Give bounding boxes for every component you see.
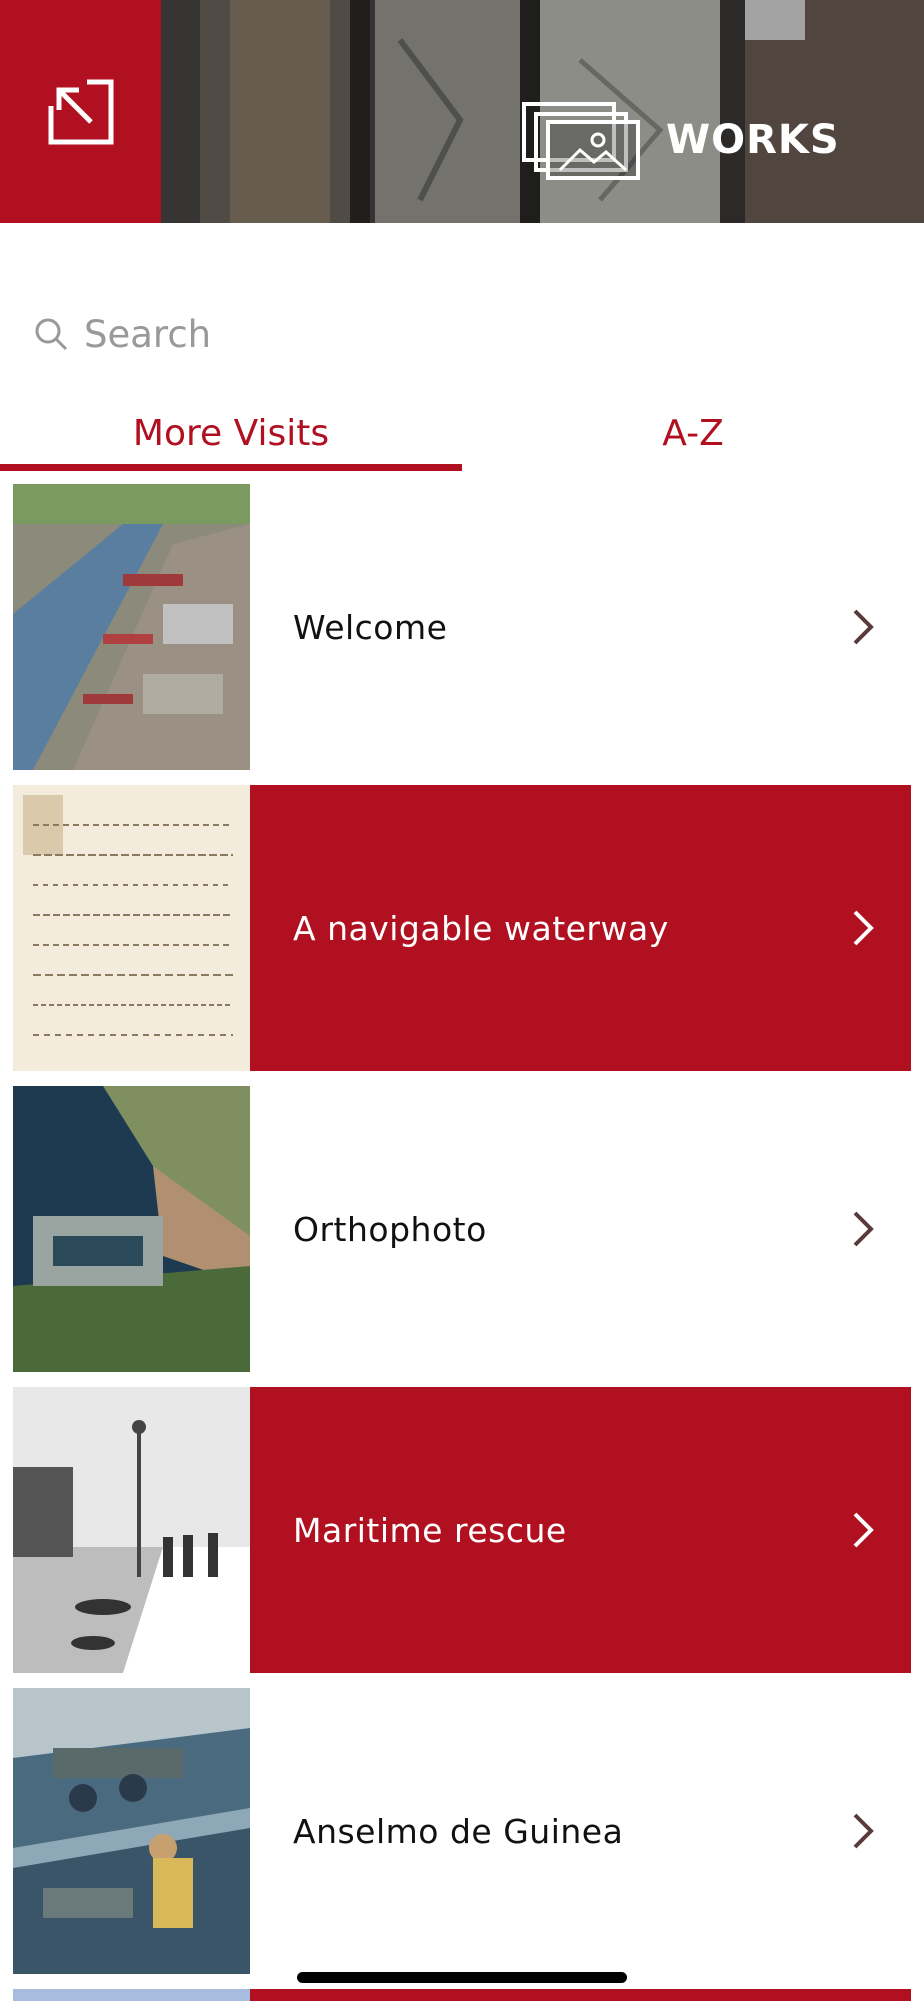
home-indicator[interactable]	[297, 1972, 627, 1983]
chevron-right-icon	[853, 609, 874, 645]
list-item-content	[250, 1989, 911, 2001]
list-item-label: Maritime rescue	[293, 1510, 567, 1550]
list-item-label: Welcome	[293, 607, 448, 647]
list-item-content: Orthophoto	[250, 1086, 911, 1372]
list-item-label: Anselmo de Guinea	[293, 1811, 624, 1851]
header-title-group: WORKS	[522, 100, 840, 180]
header: WORKS	[0, 0, 924, 223]
list-item-content: A navigable waterway	[250, 785, 911, 1071]
list-item-thumbnail	[13, 785, 250, 1071]
list-item-anselmo-de-guinea[interactable]: Anselmo de Guinea	[13, 1688, 911, 1974]
list-item-orthophoto[interactable]: Orthophoto	[13, 1086, 911, 1372]
tab-bar: More Visits A-Z	[0, 395, 924, 471]
arrow-up-left-in-box-icon	[48, 79, 113, 144]
chevron-right-icon	[853, 910, 874, 946]
list-item-thumbnail	[13, 1688, 250, 1974]
list-item-label: Orthophoto	[293, 1209, 487, 1249]
tab-selected-indicator	[0, 464, 462, 471]
search-bar[interactable]	[34, 306, 894, 362]
list-item-a-navigable-waterway[interactable]: A navigable waterway	[13, 785, 911, 1071]
list-item-thumbnail	[13, 1989, 250, 2001]
tab-more-visits[interactable]: More Visits	[0, 395, 462, 471]
list-item-thumbnail	[13, 484, 250, 770]
list-item-label: A navigable waterway	[293, 908, 669, 948]
chevron-right-icon	[853, 1512, 874, 1548]
list-item-welcome[interactable]: Welcome	[13, 484, 911, 770]
list-item-content: Welcome	[250, 484, 911, 770]
list-item-partial[interactable]	[13, 1989, 911, 2001]
list-item-maritime-rescue[interactable]: Maritime rescue	[13, 1387, 911, 1673]
chevron-right-icon	[853, 1211, 874, 1247]
image-gallery-icon	[522, 102, 640, 180]
search-input[interactable]	[84, 312, 784, 356]
search-icon	[35, 318, 68, 351]
list-item-thumbnail	[13, 1086, 250, 1372]
list-item-content: Maritime rescue	[250, 1387, 911, 1673]
tab-a-z[interactable]: A-Z	[462, 395, 924, 471]
chevron-right-icon	[853, 1813, 874, 1849]
list-item-content: Anselmo de Guinea	[250, 1688, 911, 1974]
page-title: WORKS	[666, 117, 840, 163]
list-item-thumbnail	[13, 1387, 250, 1673]
back-button[interactable]	[0, 0, 161, 223]
